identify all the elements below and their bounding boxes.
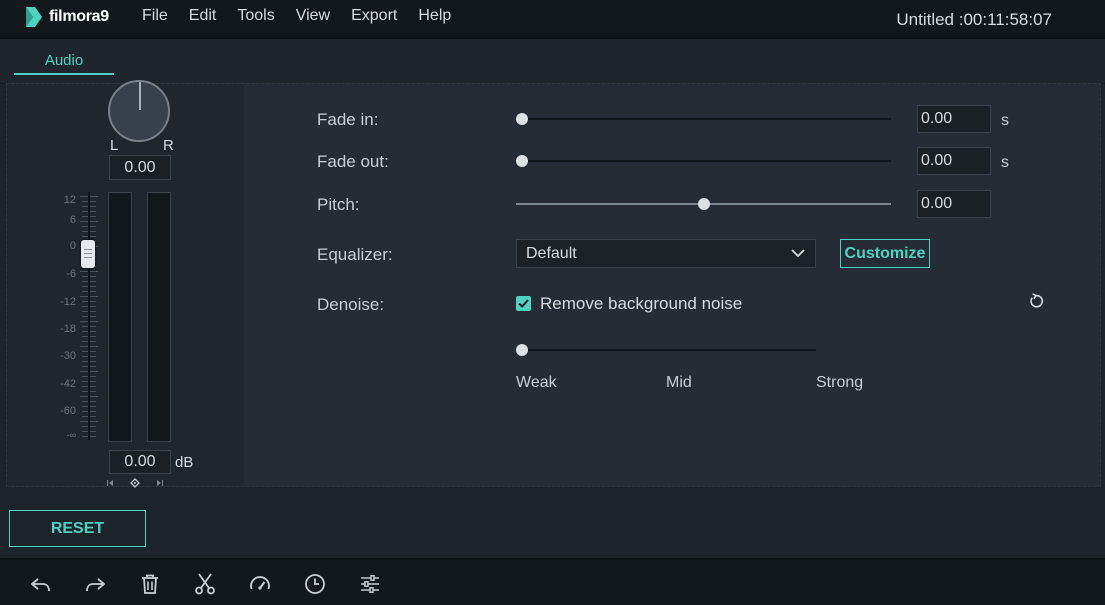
pitch-label: Pitch: — [317, 195, 360, 214]
app-logo-text: filmora9 — [49, 8, 109, 25]
menu-tools[interactable]: Tools — [237, 7, 274, 25]
denoise-weak-label: Weak — [516, 374, 557, 391]
equalizer-selected-value: Default — [526, 245, 577, 262]
pitch-slider-thumb[interactable] — [698, 198, 710, 210]
menu-view[interactable]: View — [296, 7, 330, 25]
project-title: Untitled :00:11:58:07 — [896, 10, 1052, 29]
remove-noise-checkbox-label: Remove background noise — [540, 294, 743, 313]
chevron-down-icon — [791, 249, 805, 258]
menu-export[interactable]: Export — [351, 7, 397, 25]
menu-edit[interactable]: Edit — [189, 7, 217, 25]
duration-icon[interactable] — [303, 572, 327, 596]
denoise-label: Denoise: — [317, 295, 385, 314]
volume-value-field[interactable]: 0.00 — [109, 450, 171, 474]
pan-knob[interactable] — [108, 80, 170, 142]
filmora-logo-icon — [26, 7, 42, 27]
equalizer-dropdown[interactable]: Default — [516, 239, 816, 268]
reset-button[interactable]: RESET — [9, 510, 146, 547]
fade-in-label: Fade in: — [317, 110, 379, 129]
remove-noise-checkbox[interactable] — [516, 296, 531, 311]
bottom-toolbar — [0, 560, 1105, 605]
volume-scale-label: -6 — [66, 268, 76, 280]
customize-button[interactable]: Customize — [840, 239, 930, 268]
volume-scale-label: 6 — [69, 214, 76, 226]
level-meter-left — [108, 192, 132, 442]
add-keyframe-icon[interactable] — [130, 478, 140, 488]
fade-out-label: Fade out: — [317, 152, 389, 171]
denoise-strength-slider-thumb[interactable] — [516, 344, 528, 356]
reset-denoise-icon[interactable] — [1027, 292, 1045, 310]
adjust-icon[interactable] — [358, 572, 382, 596]
speed-icon[interactable] — [248, 572, 272, 596]
volume-scale-label: -∞ — [66, 430, 76, 440]
tab-bar: Audio — [0, 39, 1105, 84]
volume-scale-label: 0 — [69, 240, 76, 252]
equalizer-label: Equalizer: — [317, 245, 393, 264]
pan-left-label: L — [110, 137, 119, 154]
tab-audio[interactable]: Audio — [14, 52, 114, 69]
fade-out-unit: s — [1001, 154, 1009, 171]
main-menu: File Edit Tools View Export Help — [142, 7, 472, 25]
fade-in-slider-thumb[interactable] — [516, 113, 528, 125]
fade-out-slider-thumb[interactable] — [516, 155, 528, 167]
denoise-strength-slider[interactable] — [516, 349, 816, 351]
volume-scale-label: -60 — [60, 405, 76, 417]
menu-bar: filmora9 File Edit Tools View Export Hel… — [0, 0, 1105, 36]
volume-unit-label: dB — [175, 454, 194, 471]
level-meter-right — [147, 192, 171, 442]
fade-in-value-field[interactable]: 0.00 — [917, 105, 991, 133]
fade-out-value-field[interactable]: 0.00 — [917, 147, 991, 175]
volume-scale-label: 12 — [63, 194, 76, 206]
menu-help[interactable]: Help — [418, 7, 451, 25]
checkmark-icon — [518, 299, 529, 308]
app-logo: filmora9 — [24, 5, 109, 29]
denoise-strong-label: Strong — [816, 374, 864, 391]
redo-icon[interactable] — [83, 572, 107, 596]
keyframe-nav-icons — [107, 478, 163, 488]
cut-icon[interactable] — [193, 572, 217, 596]
volume-slider-handle[interactable] — [81, 240, 95, 268]
pan-value-field[interactable]: 0.00 — [109, 155, 171, 180]
fade-in-slider[interactable] — [516, 118, 891, 120]
menu-file[interactable]: File — [142, 7, 168, 25]
prev-keyframe-icon[interactable] — [107, 480, 113, 486]
pitch-value-field[interactable]: 0.00 — [917, 190, 991, 218]
denoise-mid-label: Mid — [666, 374, 692, 391]
volume-scale-label: -30 — [60, 350, 76, 362]
pan-right-label: R — [163, 137, 174, 154]
volume-scale-label: -42 — [60, 378, 76, 390]
volume-scale-label: -12 — [60, 296, 76, 308]
delete-icon[interactable] — [138, 572, 162, 596]
undo-icon[interactable] — [29, 572, 53, 596]
volume-scale-label: -18 — [60, 323, 76, 335]
next-keyframe-icon[interactable] — [157, 480, 163, 486]
volume-slider-track[interactable] — [88, 192, 90, 440]
tab-audio-underline — [14, 73, 114, 75]
fade-out-slider[interactable] — [516, 160, 891, 162]
fade-in-unit: s — [1001, 112, 1009, 129]
